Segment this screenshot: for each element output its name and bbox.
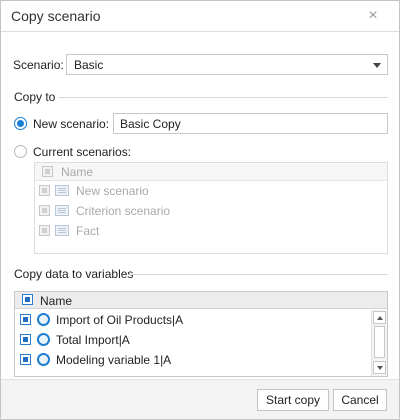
current-scenarios-header-label: Name — [61, 165, 94, 179]
current-scenarios-radio[interactable] — [14, 145, 27, 158]
scenario-checkbox[interactable] — [39, 205, 50, 216]
chevron-down-icon — [377, 366, 383, 370]
scenario-item-label: New scenario — [76, 184, 149, 198]
select-all-variables-checkbox[interactable] — [22, 294, 33, 305]
scenario-icon — [55, 185, 69, 196]
variable-icon — [37, 353, 50, 366]
variable-checkbox[interactable] — [20, 314, 31, 325]
variables-list: Name Import of Oil Products|A Total Impo… — [14, 291, 388, 377]
current-scenarios-header: Name — [35, 163, 387, 181]
scenario-item-label: Criterion scenario — [76, 204, 171, 218]
scroll-down-button[interactable] — [373, 361, 386, 374]
variables-scrollbar[interactable] — [371, 310, 387, 376]
scenario-checkbox[interactable] — [39, 185, 50, 196]
copy-to-section: Copy to — [14, 90, 388, 104]
variables-header-label: Name — [40, 294, 73, 308]
variable-checkbox[interactable] — [20, 354, 31, 365]
variable-item-label: Import of Oil Products|A — [56, 313, 184, 327]
variable-checkbox[interactable] — [20, 334, 31, 345]
chevron-up-icon — [377, 316, 383, 320]
scenario-select[interactable]: Basic — [66, 54, 388, 75]
copy-scenario-dialog: Copy scenario × Scenario: Basic Copy to … — [0, 0, 400, 420]
scroll-up-button[interactable] — [373, 311, 386, 324]
chevron-down-icon[interactable] — [373, 63, 381, 68]
section-divider — [129, 274, 388, 275]
scenario-label: Scenario: — [13, 58, 64, 72]
current-scenarios-label: Current scenarios: — [33, 145, 132, 159]
scenario-select-value: Basic — [74, 58, 104, 72]
dialog-footer: Start copy Cancel — [1, 379, 399, 419]
variable-icon — [37, 313, 50, 326]
scenario-icon — [55, 225, 69, 236]
copy-data-section-title: Copy data to variables — [14, 267, 134, 281]
scrollbar-thumb[interactable] — [374, 326, 385, 358]
scenario-item-label: Fact — [76, 224, 100, 238]
dialog-title: Copy scenario — [11, 8, 101, 24]
variables-header: Name — [15, 292, 387, 309]
dialog-titlebar: Copy scenario × — [1, 1, 399, 32]
variable-item-label: Modeling variable 1|A — [56, 353, 172, 367]
section-divider — [59, 97, 388, 98]
copy-data-section: Copy data to variables — [14, 267, 388, 281]
scenario-checkbox[interactable] — [39, 225, 50, 236]
new-scenario-name-field[interactable]: Basic Copy — [113, 113, 388, 134]
scenario-icon — [55, 205, 69, 216]
start-copy-button[interactable]: Start copy — [257, 389, 329, 411]
cancel-button[interactable]: Cancel — [333, 389, 387, 411]
new-scenario-label: New scenario: — [33, 117, 110, 131]
copy-to-section-title: Copy to — [14, 90, 56, 104]
new-scenario-name-value: Basic Copy — [120, 117, 181, 131]
select-all-scenarios-checkbox[interactable] — [42, 166, 53, 177]
current-scenarios-list: Name New scenario Criterion scenario Fac… — [34, 162, 388, 254]
variable-item-label: Total Import|A — [56, 333, 130, 347]
close-icon[interactable]: × — [363, 6, 383, 26]
new-scenario-radio[interactable] — [14, 117, 27, 130]
variable-icon — [37, 333, 50, 346]
